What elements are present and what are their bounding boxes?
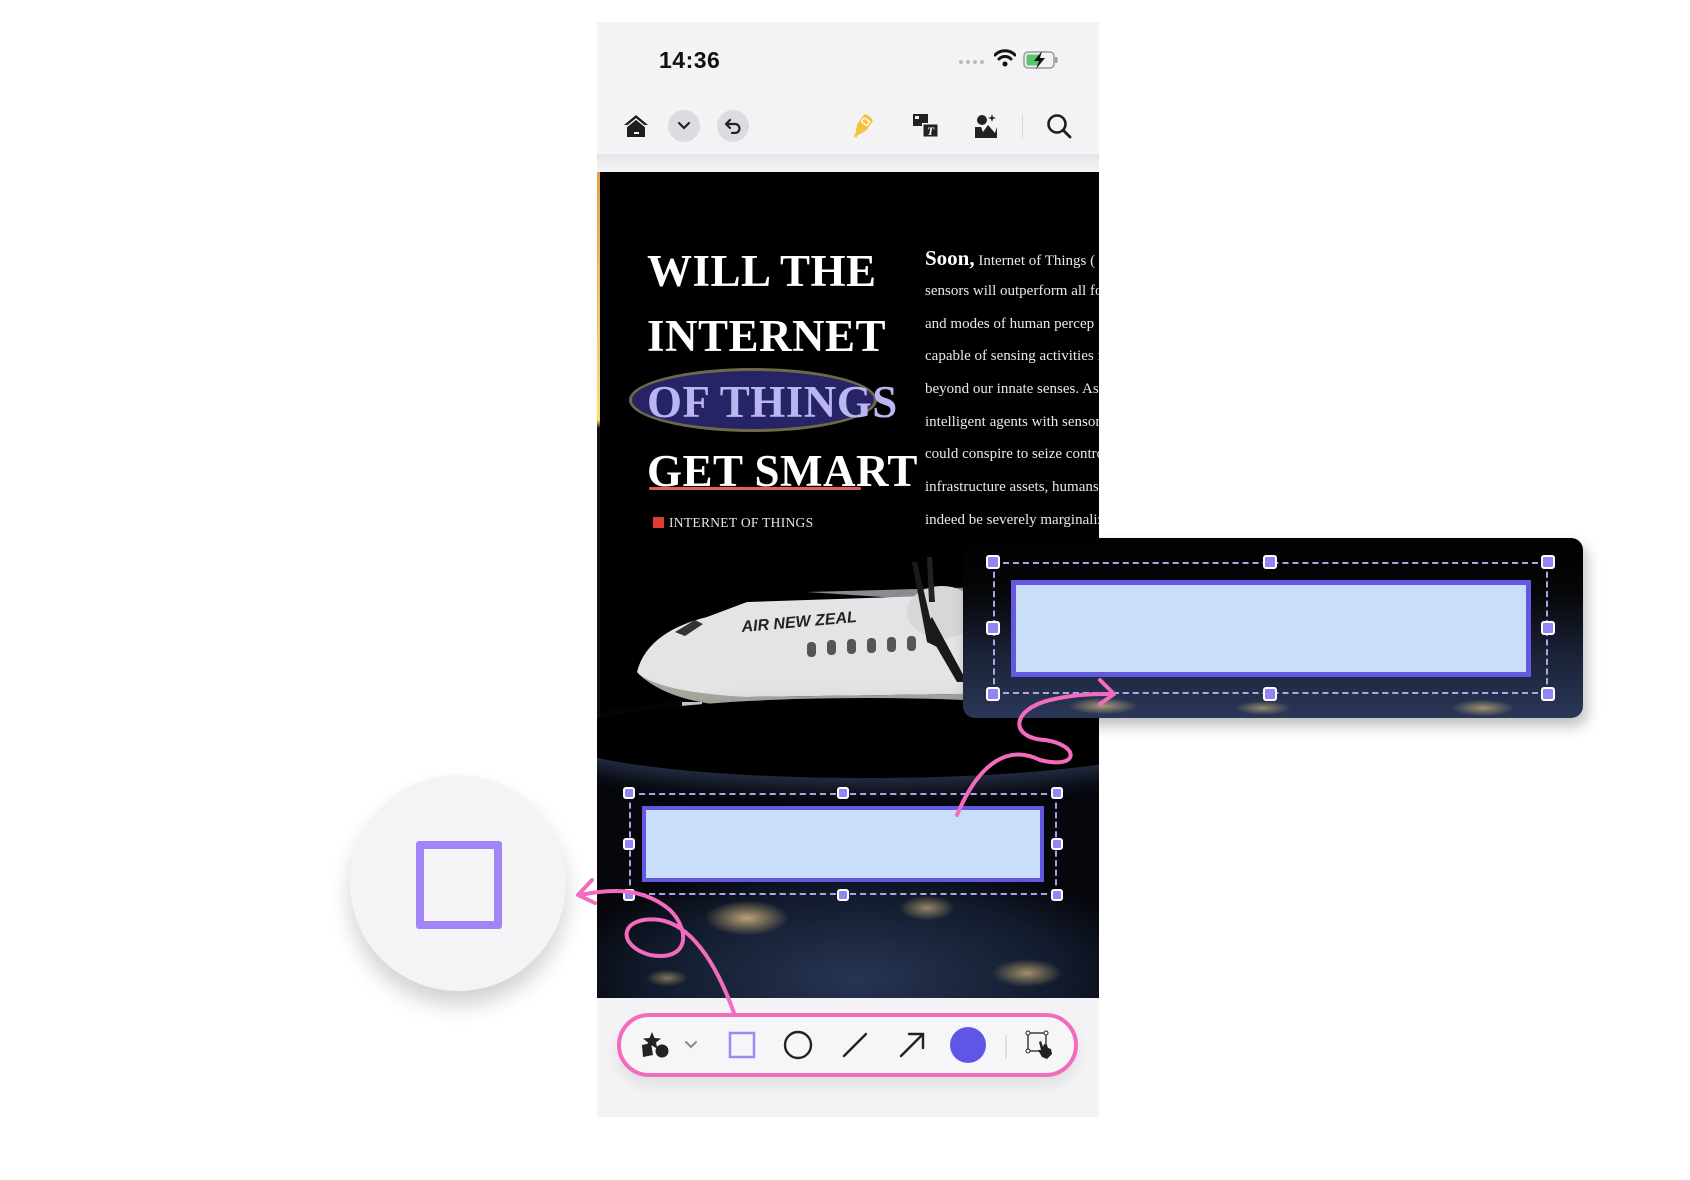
paragraph-line: indeed be severely marginaliz: [925, 512, 1099, 528]
shapes-icon: [642, 1032, 669, 1058]
headline-line-3: OF THINGS: [647, 377, 898, 427]
arrow-tool-button[interactable]: [898, 1031, 926, 1059]
rectangle-tool-button[interactable]: [728, 1031, 756, 1059]
zoomed-shape-preview: [963, 538, 1583, 718]
paragraph-line: beyond our innate senses. As: [925, 381, 1099, 397]
resize-handle[interactable]: [837, 889, 849, 901]
status-time: 14:36: [659, 47, 721, 73]
more-dropdown-button[interactable]: [668, 110, 700, 142]
headline-underline: [649, 487, 861, 490]
undo-button[interactable]: [717, 110, 749, 142]
color-picker-button[interactable]: [950, 1027, 986, 1063]
translate-button[interactable]: T: [910, 110, 942, 142]
rectangle-tool-magnifier: [350, 775, 566, 991]
paragraph-line: infrastructure assets, humans: [925, 479, 1099, 495]
resize-handle[interactable]: [986, 555, 1000, 569]
paragraph-line: and modes of human percep: [925, 316, 1095, 332]
signal-icon: [959, 60, 984, 64]
home-icon: [624, 115, 648, 137]
paragraph-line: intelligent agents with sensor: [925, 414, 1099, 430]
arrow-icon: [899, 1032, 925, 1058]
top-toolbar: T: [597, 100, 1099, 154]
resize-handle[interactable]: [1541, 687, 1555, 701]
undo-icon: [724, 118, 741, 134]
color-dot-icon: [950, 1027, 986, 1063]
toolbar-divider: [1005, 1035, 1007, 1059]
resize-handle[interactable]: [1541, 621, 1555, 635]
headline-line-2: INTERNET: [647, 311, 887, 361]
shapes-dropdown-button[interactable]: [684, 1040, 698, 1050]
headline-line-1: WILL THE: [647, 246, 877, 296]
paragraph-line: Soon, Internet of Things (: [925, 246, 1096, 270]
select-tool-button[interactable]: [1025, 1030, 1055, 1060]
shape-toolbar: [617, 1013, 1078, 1077]
paragraph-line: could conspire to seize contro: [925, 446, 1099, 462]
wifi-icon: [994, 49, 1016, 67]
tag-label: INTERNET OF THINGS: [669, 515, 814, 530]
ai-image-button[interactable]: [970, 110, 1002, 142]
image-text-icon: T: [913, 114, 939, 138]
paragraph-line: capable of sensing activities f: [925, 348, 1099, 364]
home-button[interactable]: [620, 110, 652, 142]
paragraph-lead: Soon,: [925, 246, 975, 270]
resize-handle[interactable]: [1051, 889, 1063, 901]
shapes-menu-button[interactable]: [640, 1031, 670, 1059]
tag-marker: [653, 517, 664, 528]
resize-handle[interactable]: [1051, 787, 1063, 799]
resize-handle[interactable]: [1263, 687, 1277, 701]
chevron-down-icon: [685, 1041, 697, 1049]
toolbar-shadow: [597, 154, 1099, 172]
select-hand-icon: [1025, 1030, 1052, 1059]
resize-handle[interactable]: [986, 687, 1000, 701]
chevron-down-icon: [677, 121, 691, 130]
resize-handle[interactable]: [837, 787, 849, 799]
battery-charging-icon: [1023, 51, 1058, 69]
pink-arrowhead: [576, 878, 597, 905]
highlighter-button[interactable]: [846, 110, 878, 142]
resize-handle[interactable]: [986, 621, 1000, 635]
resize-handle[interactable]: [623, 889, 635, 901]
rectangle-shape[interactable]: [642, 806, 1044, 882]
ellipse-tool-button[interactable]: [783, 1030, 813, 1060]
resize-handle[interactable]: [1263, 555, 1277, 569]
highlighter-icon: [853, 114, 873, 138]
person-sparkle-icon: [975, 114, 997, 138]
toolbar-divider: [1022, 114, 1023, 138]
resize-handle[interactable]: [623, 838, 635, 850]
rectangle-shape[interactable]: [1011, 580, 1531, 677]
svg-text:T: T: [927, 124, 935, 138]
search-button[interactable]: [1043, 110, 1075, 142]
paragraph-line: sensors will outperform all fo: [925, 283, 1099, 299]
square-icon: [728, 1031, 756, 1059]
resize-handle[interactable]: [1541, 555, 1555, 569]
search-icon: [1047, 114, 1072, 139]
circle-icon: [783, 1030, 813, 1060]
line-tool-button[interactable]: [841, 1031, 869, 1059]
square-icon: [416, 841, 502, 929]
resize-handle[interactable]: [623, 787, 635, 799]
resize-handle[interactable]: [1051, 838, 1063, 850]
line-icon: [842, 1032, 868, 1058]
